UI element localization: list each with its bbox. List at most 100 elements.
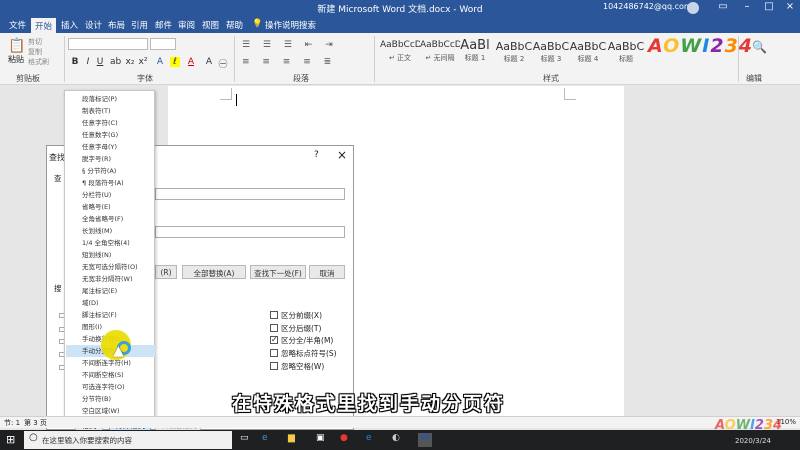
enclose-char-icon[interactable]: ㊀ [218, 57, 228, 70]
style-caption: 标题 2 [503, 55, 525, 63]
special-menu-item[interactable]: 省略号(E) [82, 201, 154, 213]
option-checkbox[interactable] [270, 349, 278, 357]
font-size-select[interactable] [150, 38, 176, 50]
group-label-styles: 样式 [543, 74, 559, 83]
menu-mailings[interactable]: 邮件 [155, 19, 172, 31]
font-color-icon[interactable]: A [186, 57, 196, 67]
menu-review[interactable]: 审阅 [178, 19, 195, 31]
char-shading-icon[interactable]: A [204, 57, 214, 67]
cancel-button[interactable]: 取消 [309, 265, 345, 279]
superscript-button[interactable]: x² [138, 57, 148, 67]
margin-mark [220, 88, 232, 100]
style-heading-1[interactable]: AaBl 标题 1 [455, 38, 495, 66]
minimize-icon[interactable]: – [736, 1, 758, 16]
special-menu-item[interactable]: 无宽非分隔符(W) [82, 273, 154, 285]
option-checkbox[interactable] [270, 324, 278, 332]
style-normal[interactable]: AaBbCcDc ↵ 正文 [380, 40, 420, 66]
windows-start-icon[interactable]: ⊞ [6, 433, 20, 447]
special-menu-item[interactable]: 长划线(M) [82, 225, 154, 237]
help-icon[interactable]: ? [314, 150, 319, 160]
style-title[interactable]: AaBbC 标题 [606, 40, 646, 66]
style-no-spacing[interactable]: AaBbCcDc ↵ 无间隔 [420, 40, 460, 66]
menu-view[interactable]: 视图 [202, 19, 219, 31]
chrome-icon[interactable]: ● [340, 433, 354, 447]
special-menu-item[interactable]: 可选连字符(O) [82, 381, 154, 393]
tell-me-search[interactable]: 操作说明搜索 [265, 19, 316, 31]
special-menu-item[interactable]: 任意数字(G) [82, 129, 154, 141]
special-menu-item[interactable]: 制表符(T) [82, 105, 154, 117]
mouse-pointer-icon: ▲ [113, 343, 124, 359]
font-name-select[interactable] [68, 38, 148, 50]
option-checkbox-checked[interactable]: ✓ [270, 336, 278, 344]
app-icon[interactable]: ◐ [392, 433, 406, 447]
replace-all-button[interactable]: 全部替换(A) [182, 265, 246, 279]
copy-button[interactable]: 复制 [28, 47, 42, 57]
style-heading-4[interactable]: AaBbC 标题 4 [568, 40, 608, 66]
special-menu-item[interactable]: 不间断空格(S) [82, 369, 154, 381]
special-menu-item[interactable]: 任意字符(C) [82, 117, 154, 129]
file-explorer-icon[interactable]: ▆ [288, 433, 302, 447]
close-icon[interactable]: × [337, 148, 347, 162]
style-heading-2[interactable]: AaBbC 标题 2 [494, 40, 534, 66]
special-menu-item[interactable]: 任意字母(Y) [82, 141, 154, 153]
find-what-input[interactable] [155, 188, 345, 200]
style-heading-3[interactable]: AaBbC 标题 3 [531, 40, 571, 66]
underline-button[interactable]: U [95, 57, 105, 67]
bold-button[interactable]: B [70, 57, 80, 67]
find-tab-label[interactable]: 查 [54, 173, 62, 184]
text-effects-icon[interactable]: A [155, 57, 165, 67]
special-menu-item[interactable]: 短划线(N) [82, 249, 154, 261]
option-checkbox[interactable] [270, 311, 278, 319]
special-menu-item[interactable]: 分栏符(U) [82, 189, 154, 201]
group-label-font: 字体 [137, 74, 153, 83]
menu-insert[interactable]: 插入 [61, 19, 78, 31]
option-checkbox[interactable] [270, 362, 278, 370]
edge-legacy-icon[interactable]: e [366, 433, 380, 447]
subscript-button[interactable]: x₂ [125, 57, 135, 67]
menu-references[interactable]: 引用 [131, 19, 148, 31]
task-view-icon[interactable]: ▭ [240, 433, 254, 447]
taskbar-search-box[interactable]: ○ 在这里输入你要搜索的内容 [24, 431, 232, 449]
special-menu-item[interactable]: 无宽可选分隔符(O) [82, 261, 154, 273]
highlight-color-icon[interactable]: ℓ [170, 57, 180, 67]
store-icon[interactable]: ▣ [316, 433, 330, 447]
menu-layout[interactable]: 布局 [108, 19, 125, 31]
list-buttons[interactable]: ☰ ☰ ☰ ⇤ ⇥ [242, 40, 338, 50]
style-caption: 标题 4 [577, 55, 599, 63]
format-painter-button[interactable]: 格式刷 [28, 57, 49, 67]
avatar[interactable] [687, 2, 699, 14]
special-menu-item[interactable]: 分节符(B) [82, 393, 154, 405]
paste-label[interactable]: 粘贴 [8, 54, 24, 65]
strikethrough-button[interactable]: ab [110, 57, 121, 67]
cut-button[interactable]: 剪切 [28, 37, 42, 47]
maximize-icon[interactable]: □ [758, 1, 780, 16]
special-menu-item[interactable]: 全角省略号(F) [82, 213, 154, 225]
find-next-button[interactable]: 查找下一处(F) [250, 265, 306, 279]
special-menu-item[interactable]: 脱字号(R) [82, 153, 154, 165]
edge-icon[interactable]: e [262, 433, 276, 447]
word-icon[interactable]: W [418, 433, 432, 447]
menu-design[interactable]: 设计 [85, 19, 102, 31]
account-email[interactable]: 1042486742@qq.com [603, 2, 692, 11]
align-buttons[interactable]: ≡ ≡ ≡ ≡ ≣ [242, 57, 336, 67]
special-menu-item[interactable]: 1/4 全角空格(4) [82, 237, 154, 249]
italic-button[interactable]: I [83, 57, 93, 67]
special-menu-item[interactable]: 脚注标记(F) [82, 309, 154, 321]
special-menu-item[interactable]: 尾注标记(E) [82, 285, 154, 297]
option-label: 区分后缀(T) [281, 324, 322, 333]
logo-letter: 3 [763, 418, 774, 433]
special-menu-item[interactable]: § 分节符(A) [82, 165, 154, 177]
watermark-logo-small: AOWI234 [715, 418, 800, 440]
special-menu-item[interactable]: 段落标记(P) [82, 93, 154, 105]
close-window-icon[interactable]: × [779, 1, 800, 16]
menu-home[interactable]: 开始 [31, 18, 57, 33]
special-menu-item[interactable]: 域(D) [82, 297, 154, 309]
special-menu-item[interactable]: ¶ 段落符号(A) [82, 177, 154, 189]
ribbon-display-icon[interactable]: ▭ [712, 1, 734, 16]
replace-with-input[interactable] [155, 226, 345, 238]
replace-button[interactable]: (R) [155, 265, 177, 279]
menu-help[interactable]: 帮助 [226, 19, 243, 31]
style-caption: 标题 3 [540, 55, 562, 63]
paste-icon[interactable]: 📋 [8, 38, 25, 54]
menu-file[interactable]: 文件 [9, 19, 26, 31]
